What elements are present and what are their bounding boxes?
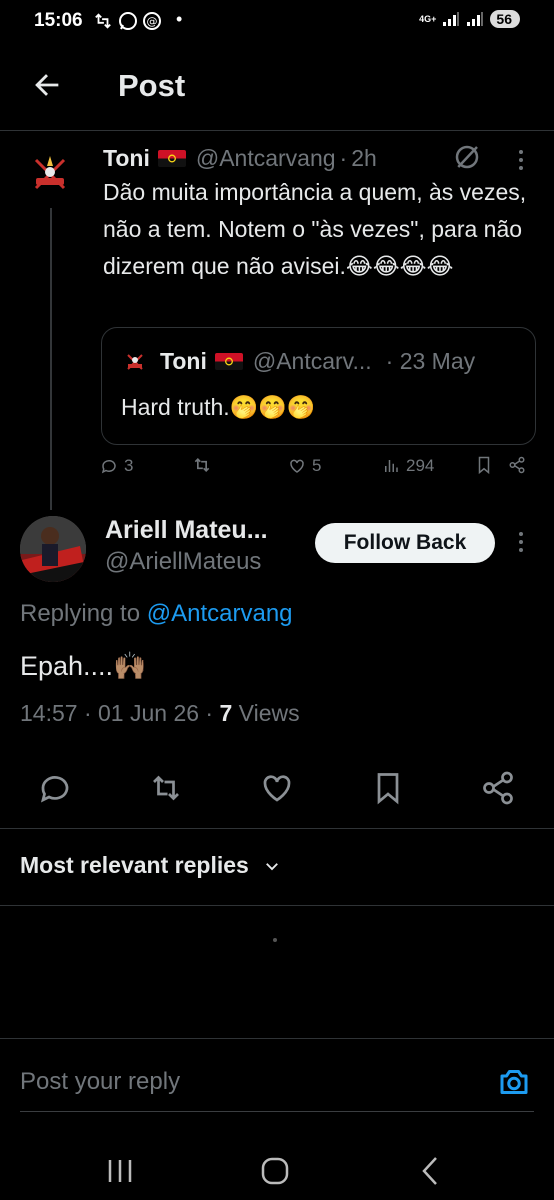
follow-back-button[interactable]: Follow Back (315, 523, 495, 563)
like-action[interactable]: 5 (288, 456, 321, 476)
status-right-icons: 4G+ 56 (419, 10, 520, 28)
signal-2-icon (467, 12, 484, 26)
network-type: 4G+ (419, 14, 437, 24)
status-dot: • (176, 9, 183, 29)
avatar-ariell[interactable] (20, 516, 86, 582)
quoted-avatar (122, 348, 148, 375)
status-time: 15:06 (34, 10, 83, 31)
battery-indicator: 56 (490, 10, 520, 28)
author-handle[interactable]: @Antcarvang (196, 145, 336, 172)
system-back-button[interactable] (410, 1150, 450, 1190)
tweet-time[interactable]: 2h (351, 145, 377, 172)
views-number: 7 (219, 700, 233, 726)
quoted-tweet-card[interactable] (101, 327, 536, 445)
replying-prefix: Replying to (20, 600, 147, 627)
reply-author-name[interactable]: Ariell Mateu... (105, 516, 268, 545)
quoted-author-name: Toni (160, 348, 207, 374)
views-action[interactable]: 294 (382, 456, 434, 476)
repost-action[interactable] (192, 456, 212, 474)
reply-input[interactable]: Post your reply (20, 1068, 180, 1096)
share-button[interactable] (480, 770, 516, 806)
arrow-left-icon (35, 74, 59, 96)
share-action[interactable] (508, 456, 526, 474)
camera-button[interactable] (496, 1064, 532, 1100)
heart-icon (263, 775, 291, 802)
bookmark-icon (478, 456, 490, 474)
views-label: Views (232, 700, 300, 726)
composer-underline (20, 1111, 534, 1112)
reply-button[interactable] (37, 770, 73, 806)
like-count: 5 (312, 456, 322, 475)
more-vertical-icon[interactable] (512, 528, 530, 556)
home-button[interactable] (255, 1150, 295, 1190)
status-notification-icons: @ (92, 11, 162, 31)
home-icon (261, 1157, 289, 1185)
reply-action-bar (0, 770, 554, 810)
repost-button[interactable] (148, 770, 184, 806)
reply-icon (40, 776, 69, 803)
reply-action[interactable]: 3 (100, 456, 133, 476)
actions-divider (0, 828, 554, 829)
reply-meta: 14:57 · 01 Jun 26 · 7 Views (20, 700, 300, 727)
threads-icon: @ (143, 12, 161, 30)
angola-flag-icon (214, 353, 243, 370)
reply-count: 3 (124, 456, 134, 475)
bookmark-button[interactable] (370, 770, 406, 806)
page-title: Post (118, 68, 186, 103)
share-icon (483, 771, 513, 805)
avatar-logo-image (22, 146, 78, 202)
quoted-date: · 23 May (385, 348, 476, 374)
chevron-left-icon (422, 1157, 437, 1185)
share-icon (509, 456, 525, 474)
repost-icon (153, 775, 179, 801)
signal-icon (443, 12, 460, 26)
header-divider (0, 130, 554, 131)
separator: · (339, 145, 348, 171)
loading-indicator (273, 938, 277, 942)
quoted-text: Hard truth.🤭🤭🤭 (121, 394, 316, 420)
avatar-toni[interactable] (22, 146, 78, 202)
reply-text: Epah....🙌🏽 (20, 651, 147, 681)
tweet-text: Dão muita importância a quem, às vezes, … (103, 179, 527, 279)
grok-icon[interactable] (452, 142, 482, 172)
views-icon (385, 460, 398, 472)
whatsapp-icon (119, 12, 137, 30)
repost-notification-icon (95, 13, 111, 29)
replying-to-link[interactable]: @Antcarvang (147, 600, 293, 627)
recent-apps-icon (108, 1160, 132, 1182)
angola-flag-icon (157, 150, 186, 167)
reply-timestamp: 14:57 · 01 Jun 26 · (20, 700, 220, 726)
chevron-down-icon (265, 862, 278, 870)
bookmark-action[interactable] (476, 456, 492, 474)
heart-icon (290, 459, 304, 473)
thread-line (50, 208, 52, 510)
author-name[interactable]: Toni (103, 145, 150, 172)
repost-icon (194, 457, 210, 473)
avatar-photo-image (20, 516, 86, 582)
quoted-header: Toni @Antcarv... · 23 May (122, 348, 475, 375)
svg-text:@: @ (147, 15, 158, 28)
camera-icon (500, 1070, 528, 1094)
quoted-handle: @Antcarv... (252, 348, 372, 374)
bookmark-icon (377, 773, 399, 805)
sort-label: Most relevant replies (20, 852, 249, 878)
recent-apps-button[interactable] (100, 1150, 140, 1190)
sort-replies-dropdown[interactable]: Most relevant replies (20, 852, 281, 879)
system-navigation-bar (0, 1140, 554, 1200)
like-button[interactable] (259, 770, 295, 806)
sort-divider (0, 905, 554, 906)
reply-author-handle[interactable]: @AriellMateus (105, 548, 261, 576)
more-vertical-icon[interactable] (512, 146, 530, 174)
composer-divider (0, 1038, 554, 1039)
back-button[interactable] (30, 68, 64, 102)
reply-icon (101, 459, 116, 474)
replying-to-line: Replying to @Antcarvang (20, 600, 293, 628)
tweet-action-bar: 3 5 294 (100, 456, 530, 486)
tweet-header: Toni @Antcarvang · 2h (103, 145, 377, 172)
views-count: 294 (406, 456, 435, 475)
